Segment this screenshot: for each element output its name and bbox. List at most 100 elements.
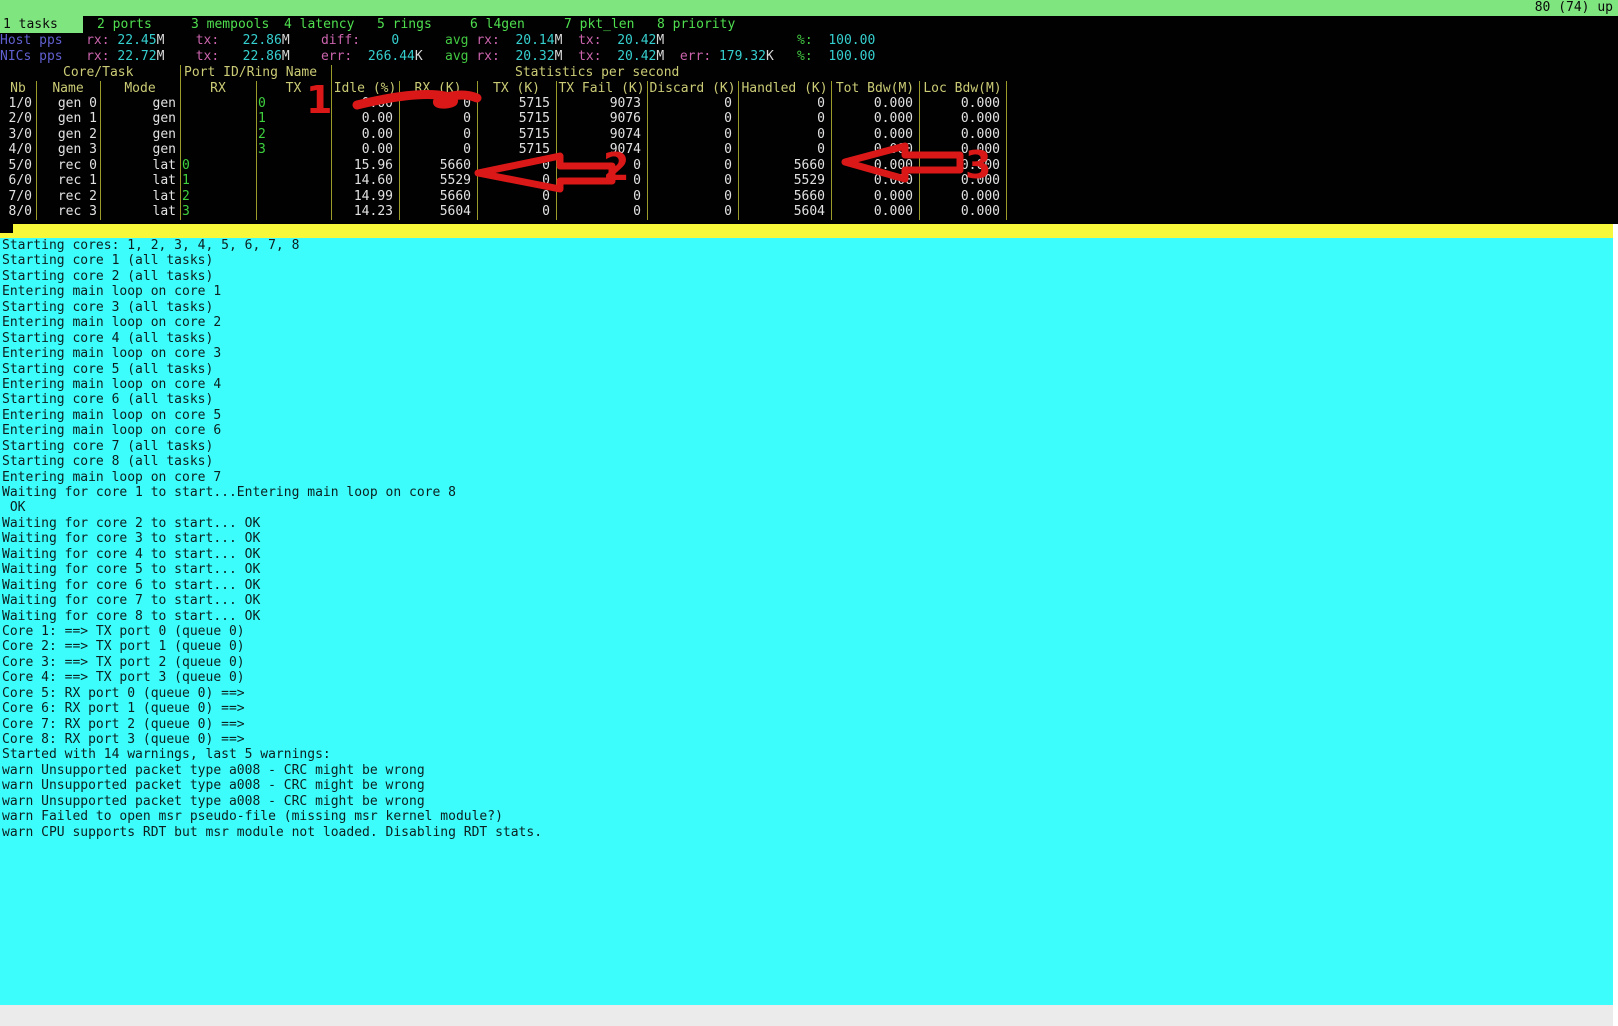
log-line: Entering main loop on core 5: [2, 408, 1613, 423]
stat-segment: diff:: [321, 33, 360, 48]
stat-segment: [602, 49, 618, 64]
table-cell: 5529: [738, 173, 825, 188]
tab-tasks[interactable]: 1 tasks: [0, 16, 83, 33]
column-header: TX: [256, 81, 331, 97]
tab-label: 2 ports: [94, 16, 152, 33]
table-cell: 5660: [738, 158, 825, 173]
table-cell: 0: [556, 189, 641, 204]
table-cell: 3/0: [0, 127, 32, 142]
log-line: Starting core 8 (all tasks): [2, 454, 1613, 469]
table-cell: 9076: [556, 111, 641, 126]
log-line: Core 7: RX port 2 (queue 0) ==>: [2, 717, 1613, 732]
nics-pps-row: NICs pps rx: 22.72M tx: 22.86M err: 266.…: [0, 49, 1618, 65]
table-cell: 4/0: [0, 142, 32, 157]
log-line: Starting core 3 (all tasks): [2, 300, 1613, 315]
tab-latency[interactable]: 4 latency: [281, 16, 354, 33]
table-cell: rec 2: [36, 189, 97, 204]
stats-table: Core/TaskPort ID/Ring NameStatistics per…: [0, 65, 1010, 221]
stat-segment: [664, 49, 680, 64]
log-line: Started with 14 warnings, last 5 warning…: [2, 747, 1613, 762]
column-header: Idle (%): [331, 81, 399, 97]
table-cell: 5660: [738, 189, 825, 204]
tab-l4gen[interactable]: 6 l4gen: [467, 16, 525, 33]
log-line: warn CPU supports RDT but msr module not…: [2, 825, 1613, 840]
stat-block: avg rx: 20.32M tx: 20.42M err: 179.32K: [445, 49, 774, 65]
stat-segment: [562, 49, 578, 64]
table-cell: 0: [738, 96, 825, 111]
title-bar: prox v0.39: Basic Gen x4 80 (74) up: [0, 0, 1618, 16]
table-cell: 2/0: [0, 111, 32, 126]
table-cell: 0.00: [331, 127, 393, 142]
table-cell: 1: [180, 173, 256, 188]
table-cell: 0: [647, 96, 732, 111]
table-cell: 5604: [738, 204, 825, 219]
column-header: TX Fail (K): [556, 81, 647, 97]
stat-segment: M: [282, 49, 290, 64]
table-cell: 0: [556, 173, 641, 188]
table-cell: 0: [180, 158, 256, 173]
stat-segment: err:: [680, 49, 711, 64]
table-cell: gen 0: [36, 96, 97, 111]
tab-pkt_len[interactable]: 7 pkt_len: [561, 16, 634, 33]
log-line: Waiting for core 7 to start... OK: [2, 593, 1613, 608]
log-line: Starting core 4 (all tasks): [2, 331, 1613, 346]
table-cell: 0.00: [331, 96, 393, 111]
table-cell: 5715: [477, 127, 550, 142]
table-cell: 0: [399, 111, 471, 126]
table-cell: 0.000: [831, 127, 913, 142]
stat-segment: Host pps: [0, 33, 63, 48]
stat-segment: 22.86: [243, 33, 282, 48]
table-cell: 0: [647, 127, 732, 142]
stat-block: NICs pps rx: 22.72M tx: 22.86M err: 266.…: [0, 49, 423, 65]
log-line: Waiting for core 4 to start... OK: [2, 547, 1613, 562]
log-line: Core 1: ==> TX port 0 (queue 0): [2, 624, 1613, 639]
log-line: Starting core 1 (all tasks): [2, 253, 1613, 268]
table-cell: 0.00: [331, 142, 393, 157]
table-cell: 0: [647, 142, 732, 157]
cursor-block: [0, 224, 13, 233]
stat-segment: 22.45: [117, 33, 156, 48]
table-cell: 0.000: [919, 189, 1000, 204]
table-cell: 2: [256, 127, 331, 142]
stat-segment: tx:: [578, 33, 601, 48]
table-cell: 0.000: [831, 142, 913, 157]
table-cell: 14.60: [331, 173, 393, 188]
stat-block: avg rx: 20.14M tx: 20.42M: [445, 33, 664, 49]
table-cell: 0: [399, 96, 471, 111]
stat-segment: [219, 49, 242, 64]
stat-segment: [562, 33, 578, 48]
stat-segment: [290, 49, 321, 64]
table-cell: 0: [647, 189, 732, 204]
table-cell: 8/0: [0, 204, 32, 219]
tab-ports[interactable]: 2 ports: [94, 16, 152, 33]
column-header: RX (K): [399, 81, 477, 97]
stat-segment: M: [656, 33, 664, 48]
tab-rings[interactable]: 5 rings: [374, 16, 432, 33]
tab-priority[interactable]: 8 priority: [654, 16, 735, 33]
stat-segment: [63, 49, 86, 64]
stat-segment: 179.32: [719, 49, 766, 64]
table-cell: 5604: [399, 204, 471, 219]
table-cell: 0: [647, 111, 732, 126]
tab-label: 7 pkt_len: [561, 16, 634, 33]
log-line: warn Unsupported packet type a008 - CRC …: [2, 763, 1613, 778]
column-header: Tot Bdw(M): [831, 81, 919, 97]
log-line: Core 5: RX port 0 (queue 0) ==>: [2, 686, 1613, 701]
table-cell: rec 3: [36, 204, 97, 219]
stat-segment: [290, 33, 321, 48]
log-line: Core 6: RX port 1 (queue 0) ==>: [2, 701, 1613, 716]
table-cell: 5715: [477, 142, 550, 157]
stat-segment: rx:: [476, 33, 499, 48]
table-cell: 0.000: [831, 111, 913, 126]
table-cell: 0: [738, 142, 825, 157]
tab-label: 8 priority: [654, 16, 735, 33]
table-cell: gen: [100, 111, 176, 126]
tab-mempools[interactable]: 3 mempools: [188, 16, 269, 33]
log-line: warn Unsupported packet type a008 - CRC …: [2, 778, 1613, 793]
stat-segment: 266.44: [368, 49, 415, 64]
table-cell: rec 1: [36, 173, 97, 188]
table-cell: 3: [180, 204, 256, 219]
table-cell: 0.000: [919, 204, 1000, 219]
log-line: Waiting for core 5 to start... OK: [2, 562, 1613, 577]
stat-segment: 20.32: [515, 49, 554, 64]
